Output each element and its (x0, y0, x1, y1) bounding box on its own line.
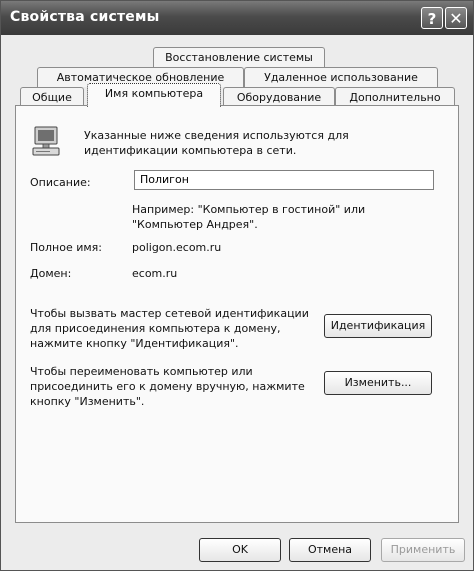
tab-panel-computer-name: Указанные ниже сведения используются для… (15, 105, 459, 523)
intro-line-1: Указанные ниже сведения используются для (84, 129, 349, 142)
tab-advanced[interactable]: Дополнительно (335, 87, 455, 107)
wizard-text-line-2: для присоединения компьютера к домену, (30, 322, 281, 335)
wizard-text-line-1: Чтобы вызвать мастер сетевой идентификац… (30, 307, 309, 320)
example-line-2: "Компьютер Андрея". (132, 218, 258, 231)
help-button[interactable]: ? (421, 7, 443, 29)
rename-text-line-2: присоединить его к домену вручную, нажми… (30, 380, 305, 393)
close-button[interactable]: ✕ (445, 7, 467, 29)
tab-hardware[interactable]: Оборудование (223, 87, 335, 107)
domain-label: Домен: (30, 267, 72, 280)
tab-remote[interactable]: Удаленное использование (244, 67, 438, 87)
computer-icon (32, 126, 60, 156)
domain-value: ecom.ru (132, 267, 178, 280)
rename-text-line-1: Чтобы переименовать компьютер или (30, 365, 253, 378)
system-properties-window: Свойства системы ? ✕ Восстановление сист… (0, 0, 474, 571)
tab-general[interactable]: Общие (20, 87, 84, 107)
identification-button[interactable]: Идентификация (324, 314, 432, 338)
intro-line-2: идентификации компьютера в сети. (84, 144, 297, 157)
tab-system-restore[interactable]: Восстановление системы (153, 47, 325, 67)
full-name-value: poligon.ecom.ru (132, 241, 222, 254)
description-label: Описание: (30, 176, 91, 189)
window-title: Свойства системы (10, 9, 160, 25)
rename-text-line-3: кнопку "Изменить". (30, 395, 145, 408)
cancel-button[interactable]: Отмена (289, 538, 371, 562)
tab-computer-name[interactable]: Имя компьютера (87, 83, 221, 107)
title-bar[interactable]: Свойства системы ? ✕ (1, 1, 473, 35)
change-button[interactable]: Изменить... (324, 371, 432, 395)
example-line-1: Например: "Компьютер в гостиной" или (132, 203, 366, 216)
full-name-label: Полное имя: (30, 241, 102, 254)
description-field[interactable]: Полигон (134, 170, 434, 190)
apply-button[interactable]: Применить (381, 538, 465, 562)
ok-button[interactable]: OK (199, 538, 281, 562)
wizard-text-line-3: нажмите кнопку "Идентификация". (30, 337, 239, 350)
